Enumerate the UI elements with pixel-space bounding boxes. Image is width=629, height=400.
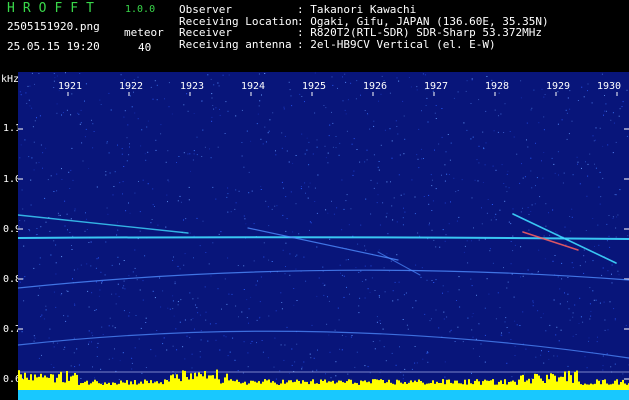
x-tick-label: 1930 xyxy=(597,81,622,92)
x-tick-label: 1924 xyxy=(241,81,266,92)
info-row-antenna: Receiving antenna: 2el-HB9CV Vertical (e… xyxy=(179,37,496,51)
x-tick-label: 1927 xyxy=(424,81,449,92)
station-info: Observer: Takanori Kawachi Receiving Loc… xyxy=(179,4,549,50)
header-panel: HROFFT 1.0.0 2505151920.png 25.05.15 19:… xyxy=(0,0,629,72)
app-version: 1.0.0 xyxy=(125,4,156,15)
x-tick-label: 1928 xyxy=(485,81,510,92)
x-tick-label: 1922 xyxy=(119,81,144,92)
x-tick-label: 1926 xyxy=(363,81,388,92)
x-tick-label: 1925 xyxy=(302,81,327,92)
app-logo: HROFFT xyxy=(7,1,102,16)
meteor-count: 40 xyxy=(138,41,152,54)
x-tick-label: 1923 xyxy=(180,81,205,92)
capture-datetime: 25.05.15 19:20 xyxy=(7,40,100,53)
meteor-label: meteor xyxy=(124,26,164,39)
spectrogram xyxy=(18,72,629,400)
x-tick-label: 1929 xyxy=(546,81,571,92)
y-axis-unit: kHz xyxy=(1,74,20,85)
x-tick-label: 1921 xyxy=(58,81,83,92)
file-name: 2505151920.png xyxy=(7,20,100,33)
